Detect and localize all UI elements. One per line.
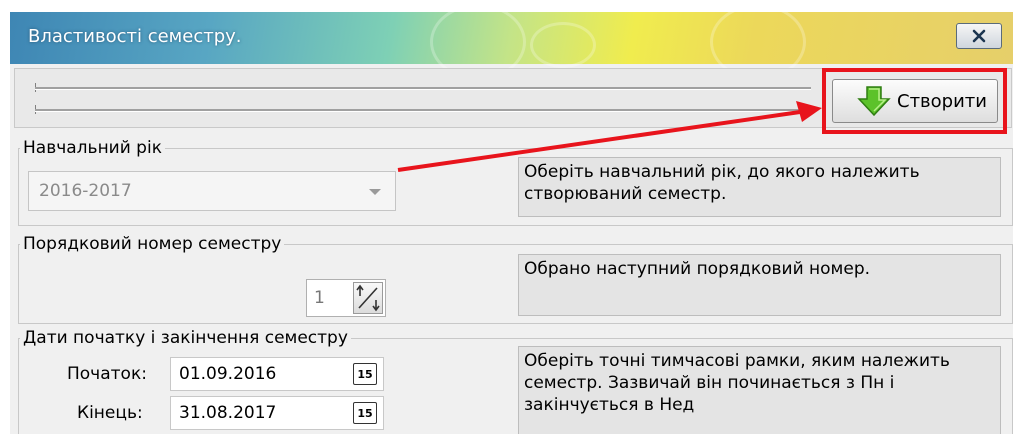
annotation-arrow [397, 101, 822, 172]
semester-properties-window: Властивості семестру. Створити Навчальни… [10, 12, 1013, 434]
